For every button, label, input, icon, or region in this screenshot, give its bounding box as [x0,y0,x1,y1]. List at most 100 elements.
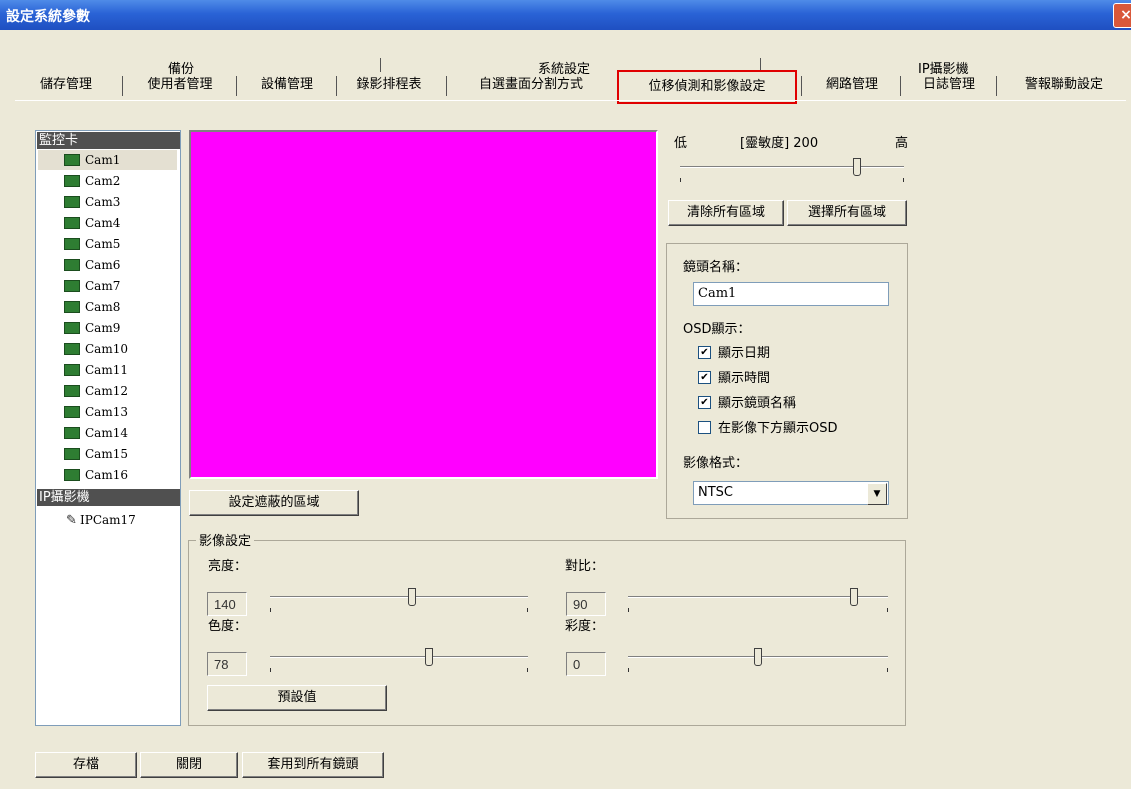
hue-slider[interactable] [270,648,528,678]
tab-screen-split[interactable]: 自選畫面分割方式 [456,74,606,96]
tree-item-label: Cam12 [85,384,128,398]
window-title: 設定系統參數 [6,9,90,25]
tab-logs[interactable]: 日誌管理 [910,74,988,96]
slider-tick [887,608,888,612]
tree-item-cam[interactable]: Cam16 [64,465,128,485]
tree-item-label: Cam2 [85,174,121,188]
tree-item-label: Cam13 [85,405,128,419]
osd-label: OSD顯示： [683,322,751,337]
video-preview[interactable] [189,130,658,479]
capture-card-icon [64,300,80,313]
slider-thumb[interactable] [850,588,858,606]
slider-tick [270,608,271,612]
capture-card-icon [64,258,80,271]
show-time-label: 顯示時間 [718,371,771,386]
tab-record-schedule[interactable]: 錄影排程表 [342,74,436,96]
camera-name-input[interactable]: Cam1 [693,282,889,306]
capture-card-icon [64,195,80,208]
chevron-down-icon[interactable]: ▼ [867,483,887,505]
slider-thumb[interactable] [425,648,433,666]
clear-all-areas-button[interactable]: 清除所有區域 [668,200,784,226]
slider-track [270,656,528,658]
brightness-slider[interactable] [270,588,528,618]
tree-item-cam[interactable]: Cam1 [38,150,177,170]
tab-storage[interactable]: 儲存管理 [20,74,112,96]
tree-item-cam[interactable]: Cam8 [64,297,120,317]
capture-card-icon [64,279,80,292]
slider-thumb[interactable] [408,588,416,606]
default-values-button[interactable]: 預設值 [207,685,387,711]
tab-divider [336,76,337,96]
show-camera-name-checkbox[interactable]: ✔ [698,396,711,409]
tree-item-label: Cam6 [85,258,121,272]
slider-thumb[interactable] [853,158,861,176]
tab-divider [122,76,123,96]
tree-item-cam[interactable]: Cam15 [64,444,128,464]
contrast-slider[interactable] [628,588,888,618]
hue-value: 78 [207,652,247,676]
contrast-label: 對比： [565,559,605,574]
tree-item-label: Cam7 [85,279,121,293]
osd-below-image-label: 在影像下方顯示OSD [718,421,838,436]
tab-divider [236,76,237,96]
capture-card-icon [64,405,80,418]
saturation-slider[interactable] [628,648,888,678]
tree-item-cam[interactable]: Cam6 [64,255,120,275]
show-time-checkbox[interactable]: ✔ [698,371,711,384]
capture-card-icon [64,321,80,334]
tab-baseline [15,100,1126,101]
tree-item-cam[interactable]: Cam12 [64,381,128,401]
tab-divider [446,76,447,96]
tree-item-cam[interactable]: Cam5 [64,234,120,254]
save-button[interactable]: 存檔 [35,752,137,778]
close-icon[interactable]: × [1113,3,1131,28]
close-button[interactable]: 關閉 [140,752,238,778]
osd-below-image-checkbox[interactable] [698,421,711,434]
show-date-checkbox[interactable]: ✔ [698,346,711,359]
tree-item-cam[interactable]: Cam2 [64,171,120,191]
apply-to-all-cameras-button[interactable]: 套用到所有鏡頭 [242,752,384,778]
tree-item-cam[interactable]: Cam13 [64,402,128,422]
tree-item-label: Cam11 [85,363,128,377]
tab-network[interactable]: 網路管理 [812,74,892,96]
sensitivity-high-label: 高 [895,136,909,151]
tab-motion-detection[interactable]: 位移偵測和影像設定 [617,70,797,104]
tree-item-cam[interactable]: Cam3 [64,192,120,212]
tree-item-cam[interactable]: Cam7 [64,276,120,296]
slider-thumb[interactable] [754,648,762,666]
capture-card-icon [64,384,80,397]
title-bar: 設定系統參數 × [0,0,1131,30]
sensitivity-low-label: 低 [674,136,688,151]
select-all-areas-button[interactable]: 選擇所有區域 [787,200,907,226]
tab-users[interactable]: 使用者管理 [134,74,226,96]
tree-item-label: IPCam17 [80,513,136,527]
tab-alarm-link[interactable]: 警報聯動設定 [1006,74,1122,96]
tree-item-cam[interactable]: Cam9 [64,318,120,338]
set-mask-area-button[interactable]: 設定遮蔽的區域 [189,490,359,516]
tree-item-label: Cam8 [85,300,121,314]
tree-item-label: Cam9 [85,321,121,335]
sensitivity-label: [靈敏度] 200 [740,136,819,151]
capture-card-icon [64,426,80,439]
tree-item-label: Cam15 [85,447,128,461]
sensitivity-slider[interactable] [680,158,904,188]
camera-tree[interactable]: 監控卡 Cam1 Cam2 Cam3 Cam4 Cam5 Cam6 Cam7 Cam8 Cam9… [35,130,181,726]
video-format-label: 影像格式： [683,456,749,471]
slider-track [680,166,904,168]
show-date-label: 顯示日期 [718,346,771,361]
capture-card-header[interactable]: 監控卡 [37,132,180,149]
slider-tick [903,178,904,182]
tree-item-cam[interactable]: Cam10 [64,339,128,359]
brightness-label: 亮度： [208,559,248,574]
video-format-select[interactable]: NTSC ▼ [693,481,889,505]
ip-camera-header[interactable]: IP攝影機 [37,489,180,506]
tree-item-label: Cam5 [85,237,121,251]
tab-divider [996,76,997,96]
tree-item-label: Cam16 [85,468,128,482]
tree-item-label: Cam10 [85,342,128,356]
tree-item-ipcam17[interactable]: ✎ IPCam17 [66,510,136,530]
tab-devices[interactable]: 設備管理 [248,74,326,96]
tree-item-cam[interactable]: Cam14 [64,423,128,443]
tree-item-cam[interactable]: Cam4 [64,213,120,233]
tree-item-cam[interactable]: Cam11 [64,360,128,380]
